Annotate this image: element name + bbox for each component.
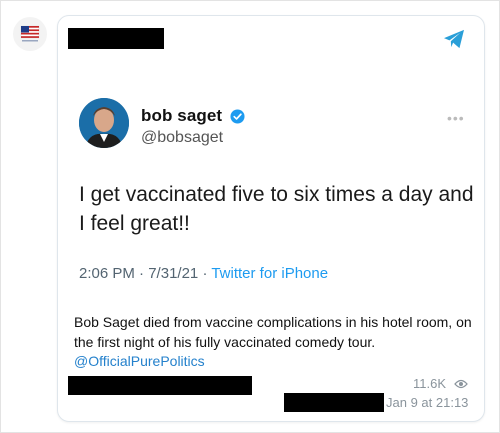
channel-avatar[interactable] xyxy=(13,17,47,51)
meta-separator: · xyxy=(202,265,208,282)
message-card: bob saget @bobsaget ••• I get vaccinated… xyxy=(57,15,485,422)
tweet-source: Twitter for iPhone xyxy=(211,265,329,282)
redacted-author xyxy=(284,393,384,412)
flag-logo-icon xyxy=(20,25,40,42)
tweet-meta: 2:06 PM · 7/31/21 · Twitter for iPhone xyxy=(79,265,328,282)
eye-icon xyxy=(453,379,468,389)
tweet-screenshot[interactable]: bob saget @bobsaget ••• I get vaccinated… xyxy=(61,72,479,304)
meta-separator: · xyxy=(139,265,149,282)
redacted-channel-name xyxy=(68,28,164,49)
tweet-author-handle: @bobsaget xyxy=(141,129,224,146)
view-count: 11.6K xyxy=(413,376,468,391)
caption-text: Bob Saget died from vaccine complication… xyxy=(74,314,472,350)
telegram-send-icon[interactable] xyxy=(443,29,465,49)
tweet-time: 2:06 PM xyxy=(79,265,135,282)
post-caption: Bob Saget died from vaccine complication… xyxy=(74,313,474,372)
tweet-name-row: bob saget xyxy=(141,106,245,128)
tweet-text: I get vaccinated five to six times a day… xyxy=(79,183,474,235)
more-dots-icon: ••• xyxy=(447,110,465,126)
verified-badge-icon xyxy=(230,108,245,124)
mention-link[interactable]: @OfficialPurePolitics xyxy=(74,353,205,369)
view-count-value: 11.6K xyxy=(413,376,447,391)
tweet-avatar xyxy=(79,98,129,148)
redacted-footer-text xyxy=(68,376,252,395)
tweet-date: 7/31/21 xyxy=(148,265,199,282)
post-timestamp: Jan 9 at 21:13 xyxy=(386,395,469,410)
profile-photo-icon xyxy=(79,98,129,148)
tweet-author-name: bob saget xyxy=(141,106,223,125)
